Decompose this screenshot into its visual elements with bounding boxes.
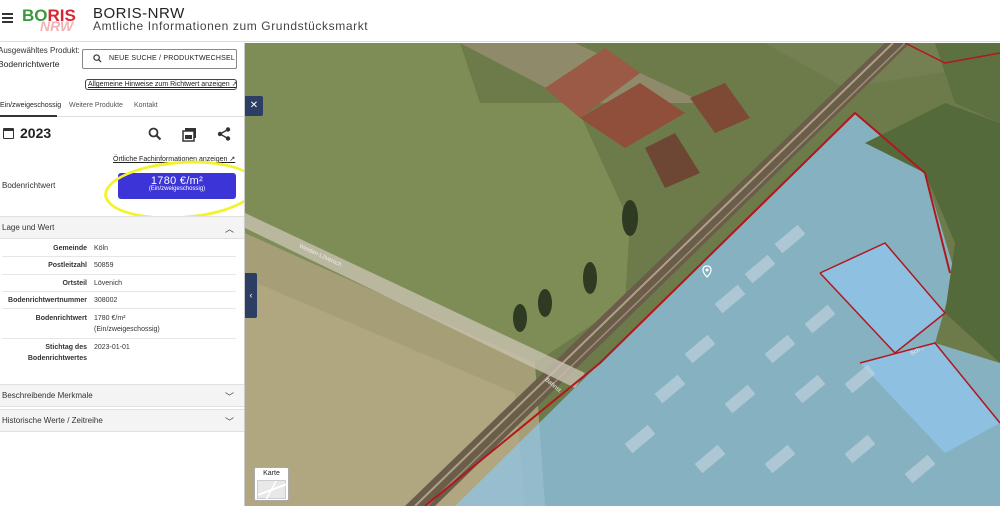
- year-value: 2023: [20, 125, 52, 141]
- local-info-link[interactable]: Örtliche Fachinformationen anzeigen ↗: [113, 155, 235, 163]
- tab-weitere-produkte[interactable]: Weitere Produkte: [69, 102, 123, 109]
- basemap-label: Karte: [263, 470, 280, 477]
- bodenrichtwert-label: Bodenrichtwert: [2, 181, 56, 190]
- close-panel-button[interactable]: ✕: [245, 96, 263, 116]
- share-icon[interactable]: [217, 127, 233, 143]
- detail-key: Gemeinde: [53, 245, 87, 252]
- detail-value: 1780 €/m²: [94, 315, 126, 322]
- search-icon[interactable]: [148, 127, 164, 143]
- app-header: BORIS NRW BORIS-NRW Amtliche Information…: [0, 0, 1000, 42]
- section-lage-title: Lage und Wert: [2, 223, 55, 232]
- menu-icon[interactable]: [2, 13, 13, 23]
- section-historisch-title: Historische Werte / Zeitreihe: [2, 416, 103, 425]
- calendar-icon: [3, 128, 14, 139]
- map-marker-icon[interactable]: [702, 265, 712, 278]
- tab-bar: Ein/zweigeschossig Weitere Produkte Kont…: [0, 97, 244, 117]
- detail-value: 308002: [94, 297, 118, 304]
- boris-logo[interactable]: BORIS NRW: [22, 6, 84, 36]
- chevron-down-icon: ﹀: [224, 392, 234, 402]
- tab-ein-zweigeschossig[interactable]: Ein/zweigeschossig: [0, 102, 61, 109]
- bodenrichtwert-sub: (Ein/zweigeschossig): [148, 186, 206, 192]
- table-row: Stichtag des Bodenrichtwertes 2023-01-01: [2, 339, 236, 366]
- basemap-thumbnail: [257, 480, 288, 501]
- general-hints-link[interactable]: Allgemeine Hinweise zum Richtwert anzeig…: [85, 79, 237, 90]
- details-table: Gemeinde Köln Postleitzahl 50859 Ortstei…: [0, 240, 244, 366]
- app-subtitle: Amtliche Informationen zum Grundstücksma…: [93, 19, 369, 33]
- detail-key: Stichtag des: [45, 344, 87, 351]
- tab-kontakt[interactable]: Kontakt: [134, 102, 158, 109]
- product-label: Ausgewähltes Produkt:: [0, 46, 80, 55]
- side-panel: Ausgewähltes Produkt: Bodenrichtwerte NE…: [0, 43, 245, 506]
- new-search-label: NEUE SUCHE / PRODUKTWECHSEL: [109, 55, 235, 62]
- table-row: Gemeinde Köln: [2, 240, 236, 257]
- section-beschreibende-merkmale[interactable]: Beschreibende Merkmale ﹀: [0, 384, 244, 407]
- bodenrichtwert-value-button[interactable]: 1780 €/m² (Ein/zweigeschossig): [118, 173, 236, 199]
- chevron-up-icon: ︿: [224, 224, 234, 234]
- section-merkmale-title: Beschreibende Merkmale: [2, 391, 93, 400]
- detail-value: 2023-01-01: [94, 344, 130, 351]
- detail-key: Bodenrichtwertnummer: [8, 297, 87, 304]
- table-row: Postleitzahl 50859: [2, 257, 236, 275]
- search-icon: [93, 54, 102, 65]
- table-row: Bodenrichtwertnummer 308002: [2, 292, 236, 309]
- new-search-button[interactable]: NEUE SUCHE / PRODUKTWECHSEL: [82, 49, 237, 69]
- table-row: Bodenrichtwert 1780 €/m² (Ein/zweigescho…: [2, 309, 236, 339]
- detail-value: Lövenich: [94, 280, 123, 287]
- chevron-down-icon: ﹀: [224, 417, 234, 427]
- detail-key: Ortsteil: [62, 280, 87, 287]
- product-value: Bodenrichtwerte: [0, 59, 60, 69]
- logo-sub: NRW: [40, 18, 74, 34]
- section-historische-werte[interactable]: Historische Werte / Zeitreihe ﹀: [0, 409, 244, 432]
- detail-value: 50859: [94, 262, 114, 269]
- table-row: Ortsteil Lövenich: [2, 275, 236, 292]
- detail-value: Köln: [94, 245, 109, 252]
- detail-value-extra: (Ein/zweigeschossig): [94, 326, 160, 333]
- map-view[interactable]: Weiden-Lövenich Bahnst. Sch...: [245, 43, 1000, 506]
- year-row: 2023: [0, 125, 244, 147]
- collapse-panel-button[interactable]: ‹: [245, 273, 257, 318]
- print-preview-icon[interactable]: [182, 127, 198, 143]
- detail-key: Postleitzahl: [48, 262, 87, 269]
- aerial-imagery: [245, 43, 1000, 506]
- basemap-toggle-button[interactable]: Karte: [254, 467, 289, 501]
- active-tab-indicator: [0, 115, 57, 117]
- section-lage-und-wert[interactable]: Lage und Wert ︿: [0, 216, 244, 239]
- detail-key: Bodenrichtwert: [35, 315, 87, 322]
- detail-key-extra: Bodenrichtwertes: [27, 355, 87, 362]
